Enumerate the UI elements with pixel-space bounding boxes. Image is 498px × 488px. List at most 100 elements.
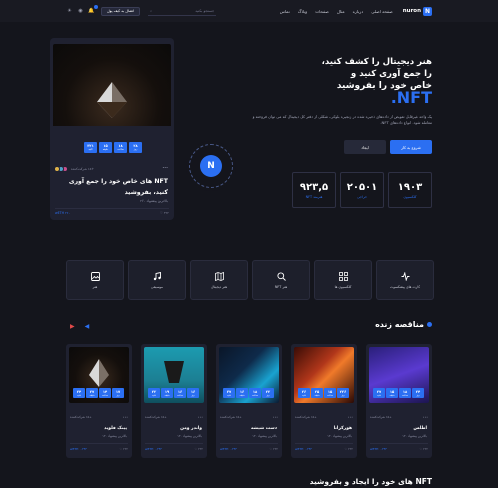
auction-value: ۰.۲۴۴ wETH [145,447,162,451]
more-icon[interactable]: ••• [198,415,203,419]
auction-likes[interactable]: ۲۲۲ ♡ [270,447,279,451]
category-collections[interactable]: کلکسیون ها [314,260,372,300]
countdown-cell: ۱۸ ساعت [249,388,261,398]
hero-description: یک واحد غیرقابل تعویض از داده‌های ذخیره … [252,114,432,125]
auction-value: ۰.۲۴۴ wETH [70,447,87,451]
auction-card[interactable]: ۱۶ روز ۱۶ ساعت ۱۹ دقیقه ۲۲ ثانیه ••• +۱۵ شرکت‌ک… [141,344,207,458]
auction-card[interactable]: ۲۲ روز ۱۸ ساعت ۱۶ دقیقه ۳۷ ثانیه ••• +۱۵ شرکت‌ک… [216,344,282,458]
get-started-button[interactable]: شروع به کار [390,140,432,154]
category-label: هنر دیجیتال [211,285,227,289]
owner-avatars [54,166,68,172]
user-icon[interactable]: ◉ [77,8,84,15]
search-placeholder: جستجو بکنید [195,8,215,13]
auction-owners: ••• +۱۵ شرکت‌کننده [220,415,278,419]
stat-label: حراجی [357,194,367,199]
owners-text: +۱۵ شرکت‌کننده [145,415,167,419]
category-art[interactable]: هنر [66,260,124,300]
hero-line1: هنر دیجیتال را کشف کنید، [321,57,432,67]
countdown-cell: ۱۷ روز [112,388,124,398]
more-icon[interactable]: ••• [123,415,128,419]
nav-example[interactable]: مثال [337,9,345,14]
auction-card[interactable]: ۲۴ روز ۱۸ ساعت ۱۵ دقیقه ۲۷ ثانیه ••• +۱۵ شرکت‌ک… [366,344,432,458]
search-icon [276,271,286,281]
auction-countdown: ۱۶ روز ۱۶ ساعت ۱۹ دقیقه ۲۲ ثانیه [148,388,199,398]
category-row: هنر موسیقی هنر دیجیتال هنر NFT کلکسیون ه… [66,260,434,300]
auction-likes[interactable]: ۲۲۲ ♡ [120,447,129,451]
auction-value: ۰.۲۴۴ wETH [220,447,237,451]
notification-badge [94,4,98,9]
countdown-cell: ۱۶ دقیقه [236,388,248,398]
countdown-cell: ۲۷ دقیقه [86,388,98,398]
hero-card-title[interactable]: NFT های خاص خود را جمع آوری کنید، بفروشی… [58,176,168,198]
live-auction-title: مناقصه زنده [375,320,432,329]
auction-name[interactable]: واندر ومن [180,426,202,431]
more-icon[interactable]: ••• [423,415,428,419]
auction-countdown: ۲۴ روز ۱۸ ساعت ۱۵ دقیقه ۲۷ ثانیه [373,388,424,398]
stat-auctions: ۲۰۵۰۱ حراجی [340,172,384,208]
auction-countdown: ۱۷ روز ۱۴ ساعت ۲۷ دقیقه ۲۴ ثانیه [73,388,124,398]
more-icon[interactable]: ••• [348,415,353,419]
nav-contact[interactable]: تماس [280,9,290,14]
stat-value: ۲۰۵۰۱ [346,181,378,193]
page: N nuron صفحه اصلی درباره مثال صفحات وبلا… [0,0,498,488]
countdown-cell: ۳۷ ثانیه [223,388,235,398]
owners-text: +۱۵ شرکت‌کننده [295,415,317,419]
auction-likes[interactable]: ۲۲۲ ♡ [345,447,354,451]
nav-about[interactable]: درباره [353,9,364,14]
countdown-cell: ۲۷ ثانیه [373,388,385,398]
logo[interactable]: N nuron [402,6,432,16]
countdown-cell: ۱۹ دقیقه [161,388,173,398]
countdown-cell: ۱۶ روز [187,388,199,398]
search-input[interactable]: جستجو بکنید ⌕ [148,7,217,16]
hero-nft: NFT. [390,88,432,107]
hero-card-likes[interactable]: ۳۲۲ ♡ [160,211,169,215]
notification-bell-icon[interactable]: 🔔 [88,4,98,15]
auction-name[interactable]: اطلس [413,426,427,431]
search-icon: ⌕ [150,8,153,13]
auction-likes[interactable]: ۲۲۲ ♡ [195,447,204,451]
music-icon [152,271,162,281]
category-trading-cards[interactable]: کارت های پیشکسوت [376,260,434,300]
pyramid-art [97,82,127,118]
more-icon[interactable]: ••• [273,415,278,419]
category-music[interactable]: موسیقی [128,260,186,300]
grid-icon [338,271,348,281]
auction-card[interactable]: ۱۷ روز ۱۴ ساعت ۲۷ دقیقه ۲۴ ثانیه ••• +۱۵ شرکت‌ک… [66,344,132,458]
owners-text: +۱۵ شرکت‌کننده [370,415,392,419]
category-nft-art[interactable]: هنر NFT [252,260,310,300]
logo-icon: N [423,6,432,16]
owners-group: +۱۵ شرکت‌کننده [54,166,94,172]
category-digital-art[interactable]: هنر دیجیتال [190,260,248,300]
arrow-right-icon[interactable]: ◀ [85,323,90,330]
auction-footer: ۲۲۲ ♡ ۰.۲۴۴ wETH [370,443,428,451]
more-icon[interactable]: ••• [162,166,168,172]
badge-ring [189,144,233,188]
auction-likes[interactable]: ۲۲۲ ♡ [420,447,429,451]
stat-label: هنرمند NFT [305,194,323,199]
arrow-left-icon[interactable]: ▶ [70,323,75,330]
auction-owners: ••• +۱۵ شرکت‌کننده [145,415,203,419]
nav-home[interactable]: صفحه اصلی [371,9,393,14]
image-icon [90,271,100,281]
countdown-cell: ۱۵ دقیقه [99,142,112,153]
countdown-cell: ۱۸ ساعت [114,142,127,153]
auction-value: ۰.۲۴۴ wETH [370,447,387,451]
auction-card[interactable]: ۲۲۶ روز ۱۵ ساعت ۲۵ دقیقه ۲۶ ثانیه ••• +۱۵ شرکت‌… [291,344,357,458]
auction-name[interactable]: پینک فلوید [104,426,127,431]
auction-value: ۰.۲۴۴ wETH [295,447,312,451]
live-title-text: مناقصه زنده [375,320,424,329]
nav-blog[interactable]: وبلاگ [298,9,307,14]
connect-wallet-button[interactable]: اتصال به کیف پول [101,6,141,16]
auction-name[interactable]: دست شیشه [251,426,277,431]
auction-name[interactable]: هورکراتا [334,426,352,431]
theme-toggle-icon[interactable]: ☀ [66,8,73,15]
create-button[interactable]: ایجاد [344,140,386,154]
nav-pages[interactable]: صفحات [315,9,329,14]
auction-owners: ••• +۱۵ شرکت‌کننده [295,415,353,419]
hero-stats: ۱۹۰۳ کلکسیون ۲۰۵۰۱ حراجی ۹۲۳,۵ هنرمند NF… [292,172,432,208]
logo-text: nuron [402,8,421,14]
auction-footer: ۲۲۲ ♡ ۰.۲۴۴ wETH [295,443,353,451]
owners-text: +۱۵ شرکت‌کننده [71,167,94,171]
section-title-create: NFT های خود را ایجاد و بفروشید [309,477,432,486]
category-label: هنر NFT [274,285,288,289]
